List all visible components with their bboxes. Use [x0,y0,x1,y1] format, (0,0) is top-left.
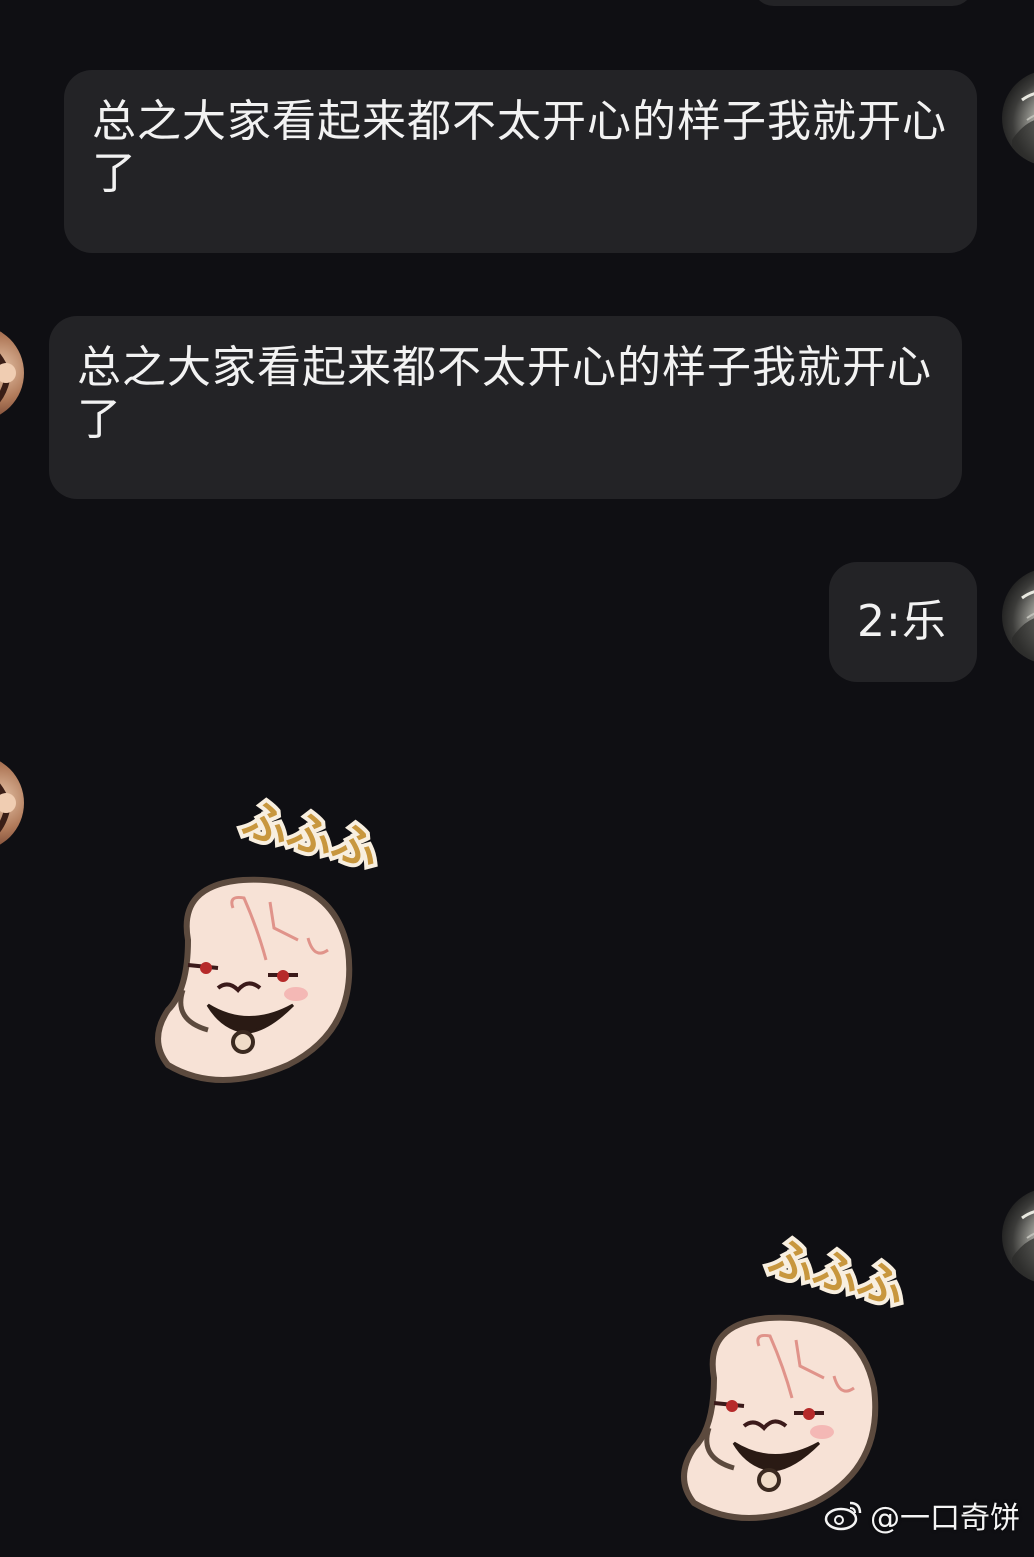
contact-avatar[interactable] [0,755,24,851]
sticker-caption: ふふふ [233,788,388,882]
message-text: 2:乐 [857,596,947,647]
self-avatar[interactable] [1002,568,1034,664]
smug-blob-sticker: ふふふ [681,1226,914,1521]
avatar-image [1012,92,1034,166]
sticker-caption: ふふふ [759,1226,914,1320]
avatar-image [1012,1210,1034,1284]
message-text: 总之大家看起来都不太开心的样子我就开心了 [92,96,947,199]
svg-text:ふふふ: ふふふ [763,1230,910,1316]
smug-blob-sticker: ふふふ [155,788,388,1083]
self-avatar[interactable] [1002,70,1034,166]
weibo-icon [824,1501,862,1531]
avatar-image [0,353,16,403]
message-bubble-outgoing[interactable]: 总之大家看起来都不太开心的样子我就开心了 [64,70,977,253]
svg-text:ふふふ: ふふふ [237,792,384,878]
message-bubble-partial[interactable] [752,0,974,6]
weibo-watermark: @一口奇饼 [824,1495,1020,1536]
message-bubble-incoming[interactable]: 总之大家看起来都不太开心的样子我就开心了 [49,316,962,499]
message-text: 总之大家看起来都不太开心的样子我就开心了 [77,342,932,445]
message-bubble-outgoing[interactable]: 2:乐 [829,562,977,682]
contact-avatar[interactable] [0,325,24,421]
sticker-message[interactable]: ふふふ [674,1226,954,1528]
watermark-handle: @一口奇饼 [870,1501,1020,1536]
avatar-image [1012,590,1034,664]
avatar-image [0,783,16,833]
self-avatar[interactable] [1002,1188,1034,1284]
chat-screen: 总之大家看起来都不太开心的样子我就开心了 总之大家看起来都不太开心的样子我就开心… [0,0,1034,1557]
sticker-message[interactable]: ふふふ [148,788,428,1090]
